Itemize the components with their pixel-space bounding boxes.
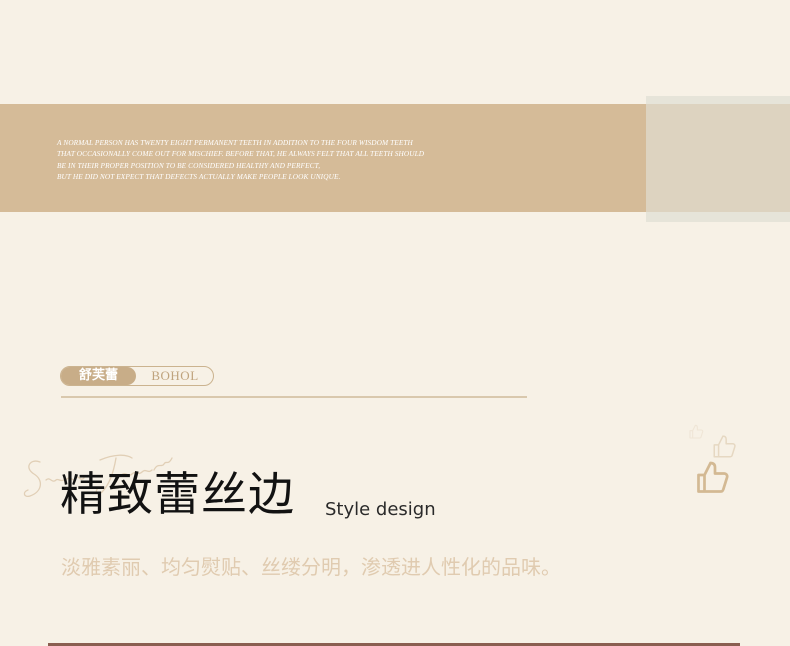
banner-text: A NORMAL PERSON HAS TWENTY EIGHT PERMANE… bbox=[57, 137, 517, 183]
thumbs-up-icon bbox=[689, 424, 704, 439]
section-description: 淡雅素丽、均匀熨贴、丝缕分明，渗透进人性化的品味。 bbox=[61, 555, 561, 579]
section-subtitle: Style design bbox=[325, 499, 436, 520]
thumbs-up-icon bbox=[697, 461, 729, 493]
banner-line: A NORMAL PERSON HAS TWENTY EIGHT PERMANE… bbox=[57, 138, 413, 147]
banner-line: THAT OCCASIONALLY COME OUT FOR MISCHIEF.… bbox=[57, 149, 425, 159]
brand-badge-left: 舒芙蕾 bbox=[61, 367, 136, 385]
thumbs-up-icon bbox=[713, 435, 736, 458]
section-title: 精致蕾丝边 bbox=[60, 467, 295, 521]
banner-side-panel bbox=[646, 104, 790, 212]
banner-line: BUT HE DID NOT EXPECT THAT DEFECTS ACTUA… bbox=[57, 172, 341, 182]
divider bbox=[61, 396, 527, 398]
brand-badge-right: BOHOL bbox=[151, 368, 199, 383]
banner-line: BE IN THEIR PROPER POSITION TO BE CONSID… bbox=[57, 160, 321, 170]
